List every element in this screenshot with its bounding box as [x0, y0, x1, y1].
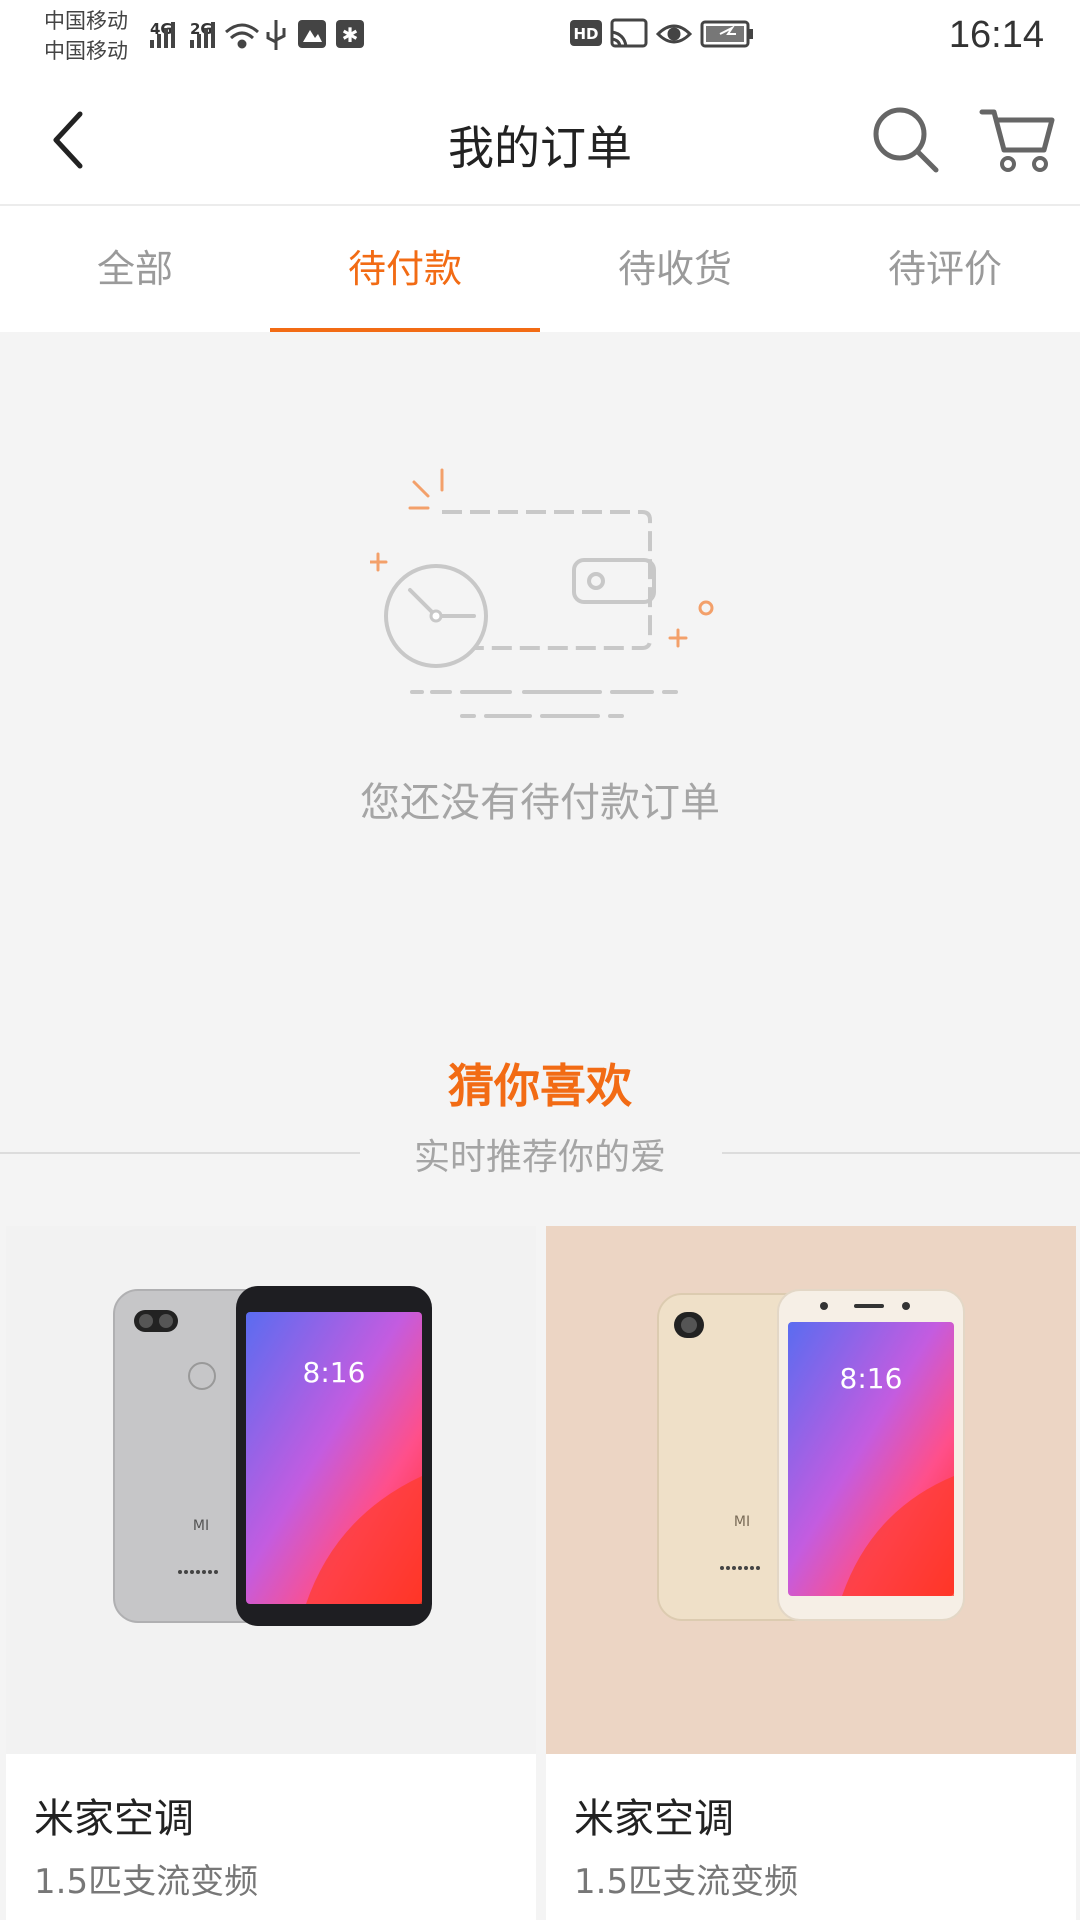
recommendation-subtitle-row: 实时推荐你的爱: [0, 1128, 1080, 1178]
search-button[interactable]: [868, 102, 942, 176]
back-arrow-icon: [53, 111, 83, 169]
svg-text:8:16: 8:16: [303, 1356, 366, 1389]
network-2g-label: 2G: [190, 20, 213, 38]
product-name: 米家空调: [574, 1796, 734, 1842]
product-desc: 1.5匹支流变频: [34, 1862, 259, 1902]
svg-text:MI: MI: [734, 1514, 750, 1530]
svg-text:8:16: 8:16: [840, 1362, 903, 1395]
clock: 16:14: [948, 14, 1044, 56]
carrier-1: 中国移动: [44, 9, 128, 33]
title-bar: 我的订单: [0, 74, 1080, 206]
svg-text:MI: MI: [193, 1518, 209, 1534]
status-bar: 中国移动 中国移动 4G 2G ✱ HD 16:14: [0, 0, 1080, 74]
order-tabs: 全部 待付款 待收货 待评价: [0, 206, 1080, 332]
carrier-labels: 中国移动 中国移动: [44, 6, 128, 66]
carrier-2: 中国移动: [44, 39, 128, 63]
product-image: MI 8:16: [6, 1226, 536, 1754]
empty-state-message: 您还没有待付款订单: [360, 780, 720, 826]
tab-all[interactable]: 全部: [0, 206, 270, 332]
tab-pending-review[interactable]: 待评价: [810, 206, 1080, 332]
back-button[interactable]: [38, 104, 108, 174]
cast-icon: [610, 18, 648, 48]
tab-pending-payment[interactable]: 待付款: [270, 206, 540, 332]
empty-wallet-clock-icon: [370, 468, 714, 718]
cart-icon: [979, 109, 1055, 172]
cart-button[interactable]: [978, 102, 1058, 176]
svg-text:HD: HD: [573, 25, 598, 43]
tab-pending-receipt[interactable]: 待收货: [540, 206, 810, 332]
phone-image-grey: MI 8:16: [113, 1286, 432, 1626]
network-4g-label: 4G: [150, 20, 173, 38]
status-icons-right: HD: [570, 18, 753, 48]
recommendation-subtitle: 实时推荐你的爱: [413, 1137, 666, 1178]
product-image: MI 8:16: [546, 1226, 1076, 1754]
divider-right: [722, 1152, 1080, 1154]
product-name: 米家空调: [34, 1796, 194, 1842]
recommendation-title: 猜你喜欢: [448, 1059, 632, 1113]
svg-text:✱: ✱: [342, 23, 359, 47]
product-card[interactable]: MI 8:16 米家空调 1.5匹支流变频: [546, 1226, 1076, 1920]
search-icon: [873, 107, 939, 173]
eye-comfort-icon: [655, 24, 693, 44]
product-desc: 1.5匹支流变频: [574, 1862, 799, 1902]
phone-image-gold: MI 8:16: [657, 1289, 965, 1621]
product-card[interactable]: MI 8:16 米家空调 1.5匹支流变频: [6, 1226, 536, 1920]
wifi-icon: [225, 23, 259, 49]
battery-icon: [700, 20, 753, 48]
usb-icon: [266, 20, 286, 50]
status-icons-left: 4G 2G ✱: [150, 20, 364, 50]
